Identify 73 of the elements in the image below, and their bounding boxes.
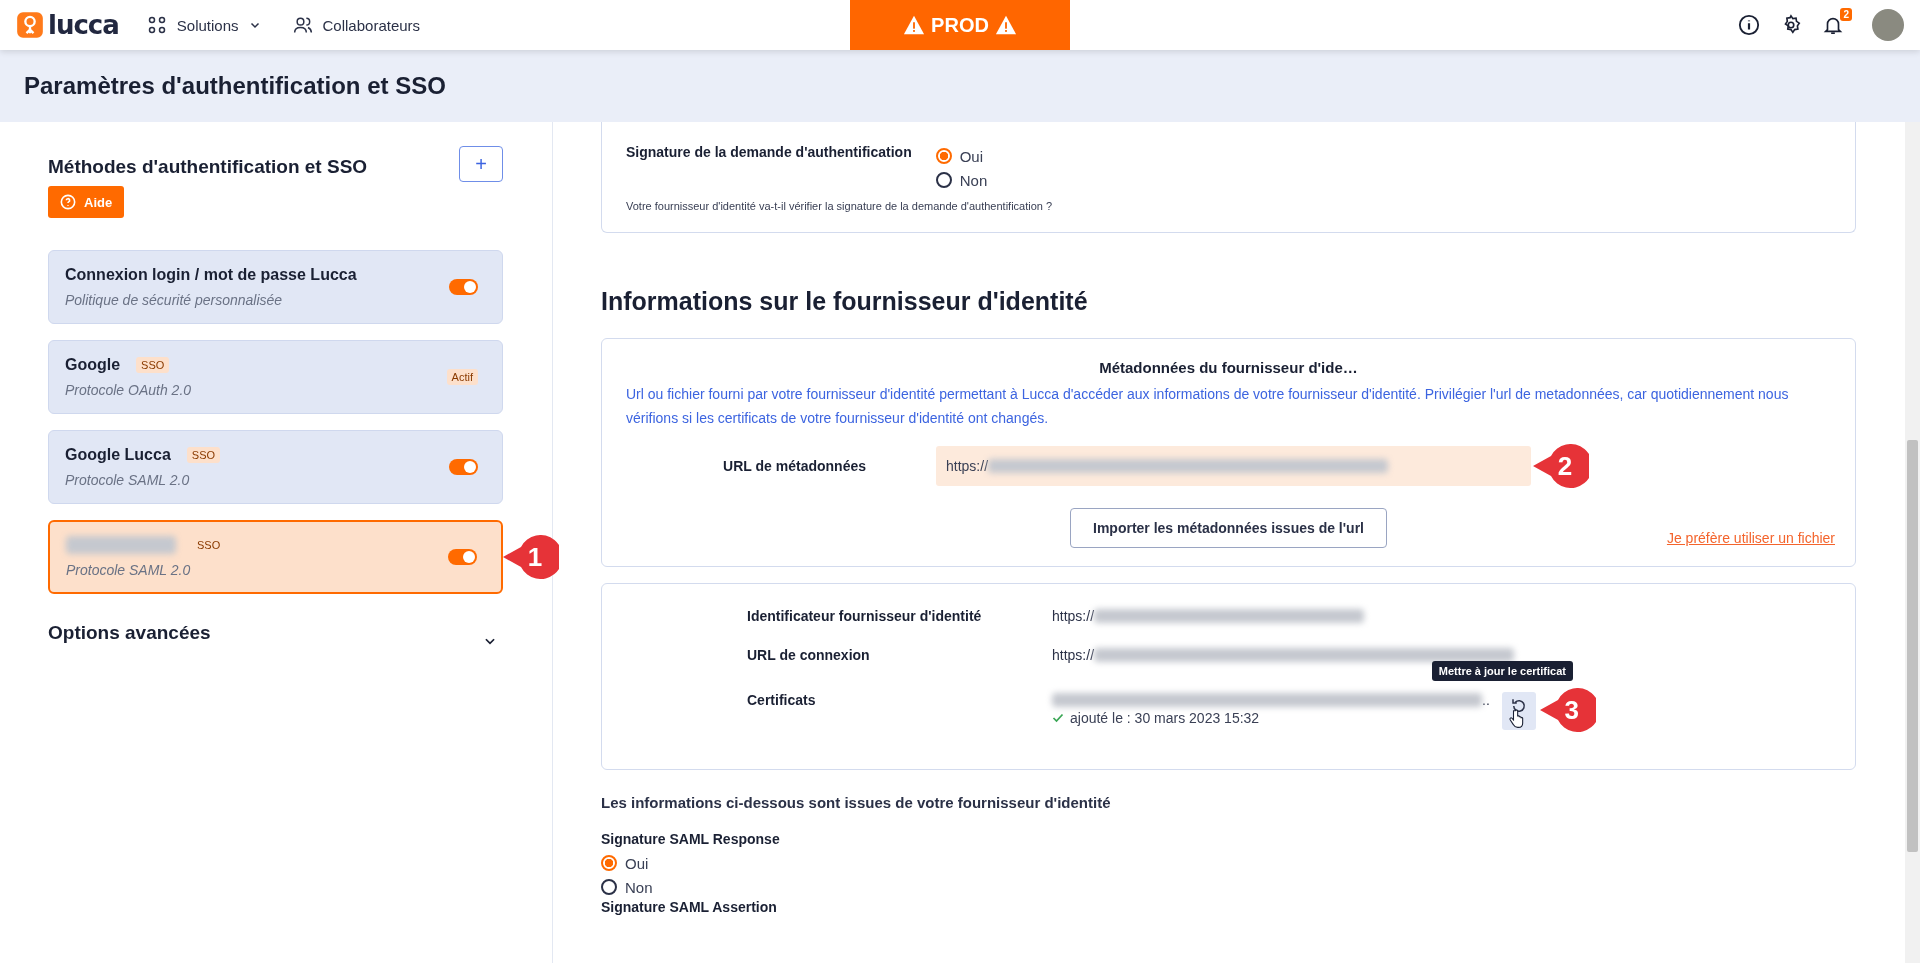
warning-icon xyxy=(903,14,926,36)
method-name: Google xyxy=(65,356,121,374)
radio-label: Non xyxy=(625,878,653,896)
step-marker: 2 xyxy=(1533,444,1589,488)
radio-button[interactable] xyxy=(935,148,952,164)
radio-label: Non xyxy=(959,171,988,189)
advanced-options-toggle[interactable]: Options avancées xyxy=(48,618,503,648)
field-label: Signature de la demande d'authentification xyxy=(626,144,912,160)
radio-label: Oui xyxy=(959,147,984,165)
people-icon xyxy=(292,15,313,35)
method-subtitle: Politique de sécurité personnalisée xyxy=(65,292,284,308)
section-title: Méthodes d'authentification et SSO xyxy=(48,156,368,178)
field-hint: Votre fournisseur d'identité va-t-il vérifier la signature de la demande d'authentification ? xyxy=(626,200,1054,212)
scrollbar[interactable] xyxy=(1905,122,1920,963)
add-button[interactable]: + xyxy=(459,146,503,182)
info-icon xyxy=(1738,14,1760,36)
card-title: Métadonnées du fournisseur d'ide… xyxy=(1098,359,1359,376)
field-value: https:// xyxy=(1052,608,1095,624)
description-text: Url ou fichier fourni par votre fournisseur d'identité permettant à Lucca d'accéder aux informations de votre fournisseur d'identité. Privilégier l'url de metadonnées, car quotidiennement nous vérifions si les certificats de votre fournisseur d'identité ont changés. xyxy=(626,385,1790,428)
environment-banner: PROD xyxy=(850,0,1070,50)
radio-option[interactable]: Oui xyxy=(935,144,988,168)
help-icon xyxy=(60,194,76,210)
logo-icon xyxy=(16,11,44,39)
refresh-icon xyxy=(1509,697,1528,715)
method-subtitle: Protocole SAML 2.0 xyxy=(65,472,191,488)
checkmark-icon xyxy=(1052,712,1064,724)
avatar[interactable] xyxy=(1872,9,1904,41)
import-button[interactable]: Importer les métadonnées issues de l'url xyxy=(1070,508,1387,548)
auth-method-card[interactable]: SSO Protocole SAML 2.0 xyxy=(48,520,503,594)
field-value: .. xyxy=(1482,692,1490,708)
auth-method-card[interactable]: Connexion login / mot de passe Lucca Politique de sécurité personnalisée xyxy=(48,250,503,324)
radio-button[interactable] xyxy=(601,879,617,895)
field-label: URL de connexion xyxy=(747,647,871,663)
method-subtitle: Protocole OAuth 2.0 xyxy=(65,382,192,398)
field-value: https:// xyxy=(1052,647,1095,663)
step-marker: 3 xyxy=(1539,688,1596,732)
info-button[interactable] xyxy=(1738,14,1760,36)
added-date: ajouté le : 30 mars 2023 15:32 xyxy=(1070,710,1260,726)
section-heading: Informations sur le fournisseur d'identité xyxy=(601,287,1089,316)
auth-method-card[interactable]: Google Lucca SSO Protocole SAML 2.0 xyxy=(48,430,503,504)
warning-icon xyxy=(994,14,1017,36)
field-label: Signature SAML Assertion xyxy=(601,899,778,915)
nav-link[interactable]: Solutions xyxy=(146,15,261,35)
page-title: Paramètres d'authentification et SSO xyxy=(24,72,446,100)
radio-option[interactable]: Non xyxy=(935,168,988,192)
grid-icon xyxy=(146,15,167,35)
field-label: Certificats xyxy=(747,692,817,708)
sso-tag: SSO xyxy=(192,537,226,553)
radio-label: Oui xyxy=(625,854,649,872)
method-name: Connexion login / mot de passe Lucca xyxy=(65,266,357,284)
radio-button[interactable] xyxy=(601,855,617,871)
url-field[interactable]: https:// xyxy=(936,446,1531,486)
toggle-switch[interactable] xyxy=(449,279,478,295)
logo-text: lucca xyxy=(48,10,119,40)
method-name: Google Lucca xyxy=(65,446,171,464)
field-label: URL de métadonnées xyxy=(723,458,866,474)
sso-tag: SSO xyxy=(136,357,170,373)
radio-button[interactable] xyxy=(935,172,952,188)
radio-option[interactable]: Non xyxy=(601,875,1856,899)
radio-option[interactable]: Oui xyxy=(601,851,1856,875)
toggle-switch[interactable] xyxy=(448,549,477,565)
sso-tag: SSO xyxy=(186,447,221,463)
method-subtitle: Protocole SAML 2.0 xyxy=(66,562,192,578)
notification-count: 2 xyxy=(1840,8,1852,21)
info-text: Les informations ci-dessous sont issues de votre fournisseur d'identité xyxy=(601,794,1112,811)
auth-method-card[interactable]: Google SSO Protocole OAuth 2.0 Actif xyxy=(48,340,503,414)
tooltip: Mettre à jour le certificat xyxy=(1431,661,1573,681)
step-marker: 1 xyxy=(503,535,559,579)
field-label: Identificateur fournisseur d'identité xyxy=(747,608,983,624)
toggle-switch[interactable] xyxy=(449,459,478,475)
nav-link[interactable]: Collaborateurs xyxy=(292,15,421,35)
field-label: Signature SAML Response xyxy=(601,831,781,847)
status-tag: Actif xyxy=(446,369,478,385)
